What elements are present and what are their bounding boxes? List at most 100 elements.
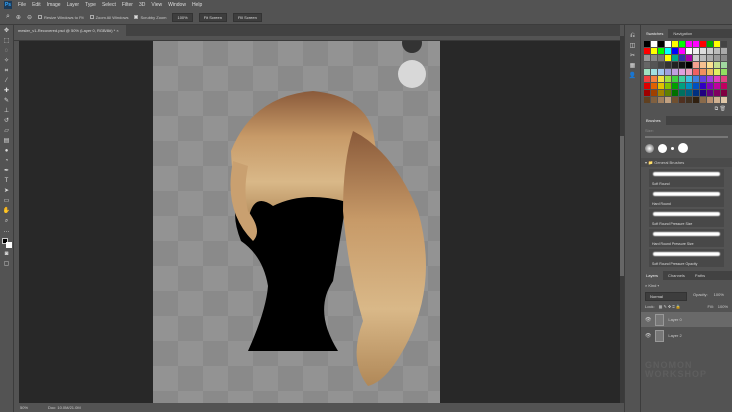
path-select-icon[interactable]: ➤ bbox=[3, 188, 11, 195]
fill-field[interactable]: 100% bbox=[718, 304, 728, 309]
swatch[interactable] bbox=[721, 55, 727, 61]
layer-filter[interactable]: ⌕ Kind ▾ bbox=[641, 280, 732, 291]
swatch[interactable] bbox=[679, 48, 685, 54]
swatch[interactable] bbox=[686, 90, 692, 96]
swatch[interactable] bbox=[665, 48, 671, 54]
swatch[interactable] bbox=[693, 76, 699, 82]
swatch[interactable] bbox=[693, 55, 699, 61]
swatch[interactable] bbox=[644, 90, 650, 96]
swatch[interactable] bbox=[665, 55, 671, 61]
swatch[interactable] bbox=[721, 41, 727, 47]
zoom-100-button[interactable]: 100% bbox=[172, 12, 193, 22]
swatch[interactable] bbox=[714, 55, 720, 61]
swatch[interactable] bbox=[665, 90, 671, 96]
swatch[interactable] bbox=[658, 83, 664, 89]
swatch[interactable] bbox=[658, 41, 664, 47]
brush-group-folder[interactable]: ▾ 📁 General Brushes bbox=[641, 158, 732, 167]
brush-preset[interactable] bbox=[678, 143, 688, 153]
swatch[interactable] bbox=[672, 48, 678, 54]
swatch[interactable] bbox=[686, 48, 692, 54]
swatch[interactable] bbox=[700, 62, 706, 68]
swatch[interactable] bbox=[714, 90, 720, 96]
swatch[interactable] bbox=[672, 90, 678, 96]
blend-mode-select[interactable]: Normal bbox=[645, 292, 687, 301]
menu-filter[interactable]: Filter bbox=[122, 2, 133, 8]
menu-3d[interactable]: 3D bbox=[139, 2, 145, 8]
swatch[interactable] bbox=[693, 97, 699, 103]
properties-icon[interactable]: ◫ bbox=[629, 43, 637, 50]
tab-channels[interactable]: Channels bbox=[663, 271, 690, 280]
swatch[interactable] bbox=[686, 55, 692, 61]
swatch[interactable] bbox=[679, 90, 685, 96]
dodge-icon[interactable]: ◔ bbox=[3, 158, 11, 165]
swatch[interactable] bbox=[707, 83, 713, 89]
swatch[interactable] bbox=[665, 97, 671, 103]
swatch[interactable] bbox=[686, 62, 692, 68]
swatch[interactable] bbox=[672, 62, 678, 68]
tab-paths[interactable]: Paths bbox=[690, 271, 710, 280]
swatch[interactable] bbox=[693, 83, 699, 89]
shape-icon[interactable]: ▭ bbox=[3, 198, 11, 205]
crop-tool-icon[interactable]: ⌗ bbox=[3, 68, 11, 75]
tab-navigation[interactable]: Navigation bbox=[668, 29, 697, 38]
swatch[interactable] bbox=[707, 97, 713, 103]
zoom-level[interactable]: 50% bbox=[20, 405, 28, 410]
tab-swatches[interactable]: Swatches bbox=[641, 29, 669, 38]
history-brush-icon[interactable]: ↺ bbox=[3, 118, 11, 125]
clone-stamp-icon[interactable]: ⊥ bbox=[3, 108, 11, 115]
menu-select[interactable]: Select bbox=[102, 2, 116, 8]
swatch[interactable] bbox=[700, 90, 706, 96]
swatch[interactable] bbox=[665, 62, 671, 68]
pen-icon[interactable]: ✒ bbox=[3, 168, 11, 175]
swatch[interactable] bbox=[665, 83, 671, 89]
gradient-icon[interactable]: ▤ bbox=[3, 138, 11, 145]
swatch[interactable] bbox=[714, 69, 720, 75]
swatch[interactable] bbox=[707, 48, 713, 54]
document-canvas[interactable] bbox=[153, 33, 440, 403]
layer-row[interactable]: 👁 Layer 2 bbox=[641, 328, 732, 343]
swatch[interactable] bbox=[672, 76, 678, 82]
swatch[interactable] bbox=[651, 69, 657, 75]
swatch[interactable] bbox=[700, 83, 706, 89]
zoom-in-icon[interactable]: ⊕ bbox=[16, 14, 21, 21]
swatch[interactable] bbox=[651, 48, 657, 54]
eraser-icon[interactable]: ▱ bbox=[3, 128, 11, 135]
more-tools-icon[interactable]: … bbox=[3, 228, 11, 235]
swatch[interactable] bbox=[714, 97, 720, 103]
brush-item[interactable]: Soft Round Pressure Opacity bbox=[649, 249, 724, 267]
swatch[interactable] bbox=[679, 83, 685, 89]
swatch[interactable] bbox=[714, 76, 720, 82]
swatch[interactable] bbox=[658, 97, 664, 103]
libraries-icon[interactable]: ▦ bbox=[629, 63, 637, 70]
swatch[interactable] bbox=[693, 90, 699, 96]
menu-view[interactable]: View bbox=[151, 2, 162, 8]
zoom-icon[interactable]: ⌕ bbox=[3, 218, 11, 225]
swatch[interactable] bbox=[700, 97, 706, 103]
swatch[interactable] bbox=[651, 41, 657, 47]
swatch[interactable] bbox=[686, 76, 692, 82]
swatch[interactable] bbox=[721, 83, 727, 89]
swatch[interactable] bbox=[644, 41, 650, 47]
zoom-tool-icon[interactable]: ⌕ bbox=[6, 13, 10, 21]
blur-icon[interactable]: ● bbox=[3, 148, 11, 155]
menu-layer[interactable]: Layer bbox=[67, 2, 80, 8]
magic-wand-icon[interactable]: ✧ bbox=[3, 58, 11, 65]
brush-preset[interactable] bbox=[645, 143, 654, 153]
swatch[interactable] bbox=[686, 97, 692, 103]
eyedropper-icon[interactable]: ⁄ bbox=[3, 78, 11, 85]
zoom-out-icon[interactable]: ⊖ bbox=[27, 14, 32, 21]
swatch[interactable] bbox=[672, 69, 678, 75]
eye-icon[interactable]: 👁 bbox=[645, 317, 651, 323]
brush-preset[interactable] bbox=[658, 143, 667, 153]
swatch[interactable] bbox=[665, 41, 671, 47]
tab-brushes[interactable]: Brushes bbox=[641, 116, 666, 125]
swatch[interactable] bbox=[714, 62, 720, 68]
swatch[interactable] bbox=[679, 62, 685, 68]
move-tool-icon[interactable]: ✥ bbox=[3, 28, 11, 35]
swatch[interactable] bbox=[651, 55, 657, 61]
resize-windows-checkbox[interactable]: Resize Windows to Fit bbox=[37, 15, 84, 20]
swatch[interactable] bbox=[700, 55, 706, 61]
swatch[interactable] bbox=[679, 69, 685, 75]
marquee-tool-icon[interactable]: ⬚ bbox=[3, 38, 11, 45]
swatch[interactable] bbox=[665, 76, 671, 82]
